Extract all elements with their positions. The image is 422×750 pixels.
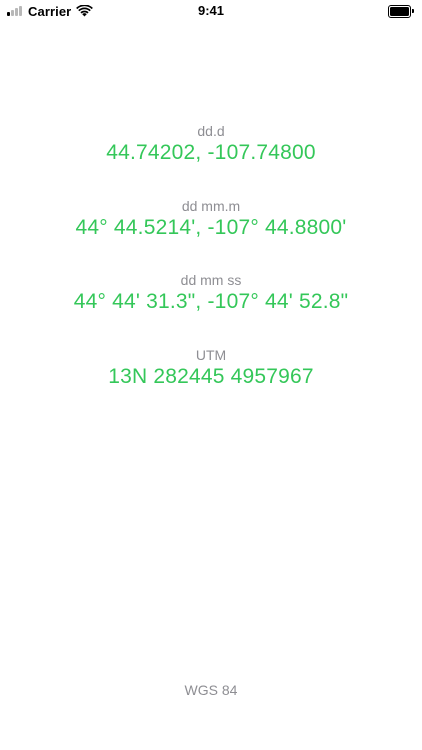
- coordinate-dms-label: dd mm ss: [180, 272, 242, 288]
- coordinate-utm-label: UTM: [195, 347, 227, 363]
- battery-icon: [388, 4, 414, 18]
- coordinate-dms-value[interactable]: 44° 44' 31.3", -107° 44' 52.8": [0, 289, 422, 315]
- coordinate-ddm-value[interactable]: 44° 44.5214', -107° 44.8800': [0, 215, 422, 241]
- coordinate-utm-block: UTM 13N 282445 4957967: [0, 346, 422, 390]
- coordinate-dd-label: dd.d: [197, 123, 225, 139]
- coordinate-dd-block: dd.d 44.74202, -107.74800: [0, 122, 422, 166]
- datum-label: WGS 84: [184, 682, 238, 698]
- coordinate-ddm-block: dd mm.m 44° 44.5214', -107° 44.8800': [0, 197, 422, 241]
- status-bar: Carrier 9:41: [0, 0, 422, 22]
- coordinate-dms-block: dd mm ss 44° 44' 31.3", -107° 44' 52.8": [0, 271, 422, 315]
- coordinate-dd-value[interactable]: 44.74202, -107.74800: [0, 140, 422, 166]
- battery-fill: [390, 6, 410, 16]
- status-time: 9:41: [197, 3, 225, 18]
- coordinate-ddm-label: dd mm.m: [181, 198, 241, 214]
- coordinate-utm-value[interactable]: 13N 282445 4957967: [0, 364, 422, 390]
- battery-body: [388, 4, 412, 18]
- battery-cap: [412, 9, 414, 13]
